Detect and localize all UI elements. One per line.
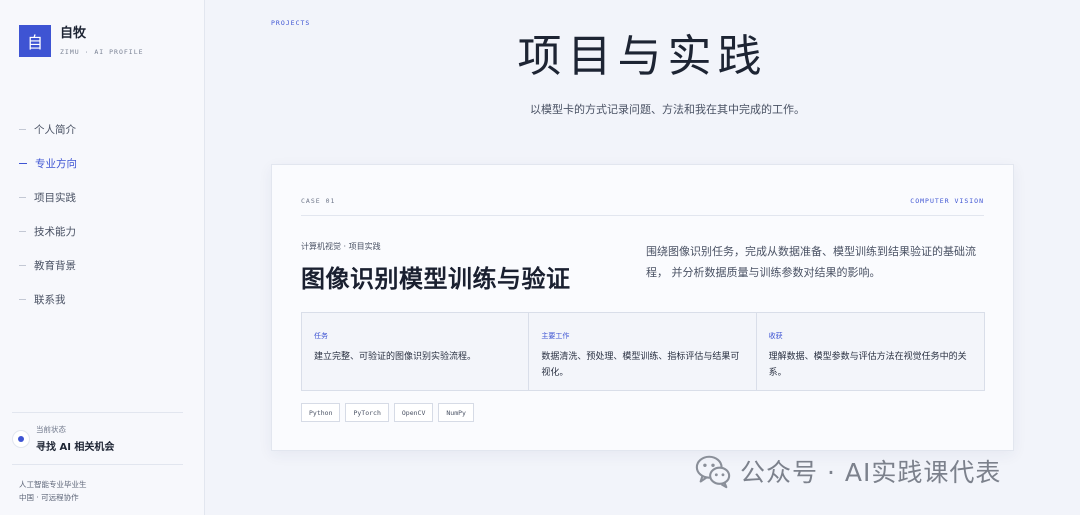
cell-gain: 收获 理解数据、模型参数与评估方法在视觉任务中的关系。 xyxy=(757,313,984,390)
nav-item-skills[interactable]: 技术能力 xyxy=(19,214,77,248)
case-category: COMPUTER VISION xyxy=(910,197,984,205)
status-dot-icon xyxy=(12,429,30,448)
status-label: 当前状态 xyxy=(36,425,66,434)
dash-icon xyxy=(19,298,26,300)
dash-icon xyxy=(19,264,26,266)
cell-text: 建立完整、可验证的图像识别实验流程。 xyxy=(314,352,477,362)
watermark: 公众号 · AI实践课代表 xyxy=(694,452,1001,490)
footer-line: 人工智能专业毕业生 xyxy=(19,480,87,489)
page-title: 项目与实践 xyxy=(517,31,768,82)
nav-item-label: 项目实践 xyxy=(34,191,76,204)
cell-title: 任务 xyxy=(314,332,328,340)
sidebar: 自 自牧 ZIMU · AI PROFILE 个人简介 专业方向 项目实践 技术… xyxy=(0,0,205,515)
cell-work: 主要工作 数据清洗、预处理、模型训练、指标评估与结果可视化。 xyxy=(529,313,757,390)
nav-item-education[interactable]: 教育背景 xyxy=(19,248,77,282)
brand-logo: 自 xyxy=(19,25,51,57)
tech-tags: Python PyTorch OpenCV NumPy xyxy=(301,403,479,422)
nav-item-projects[interactable]: 项目实践 xyxy=(19,180,77,214)
tag-python: Python xyxy=(301,403,341,422)
wechat-icon xyxy=(695,455,731,489)
tag-numpy: NumPy xyxy=(438,403,474,422)
breadcrumb: 计算机视觉 · 项目实践 xyxy=(301,242,381,251)
model-card-grid: 任务 建立完整、可验证的图像识别实验流程。 主要工作 数据清洗、预处理、模型训练… xyxy=(301,312,985,391)
status-value: 寻找 AI 相关机会 xyxy=(36,442,115,453)
watermark-text: 公众号 · AI实践课代表 xyxy=(740,458,1002,487)
status-box: 当前状态 寻找 AI 相关机会 xyxy=(12,412,183,465)
project-card: CASE 01 COMPUTER VISION 计算机视觉 · 项目实践 图像识… xyxy=(271,164,1014,451)
nav-item-direction[interactable]: 专业方向 xyxy=(19,146,77,180)
nav-item-contact[interactable]: 联系我 xyxy=(19,282,77,316)
nav-item-label: 专业方向 xyxy=(35,157,77,170)
footer-line: 中国 · 可远程协作 xyxy=(19,493,79,502)
card-header: CASE 01 COMPUTER VISION xyxy=(301,195,984,216)
tag-pytorch: PyTorch xyxy=(345,403,389,422)
nav-item-label: 技术能力 xyxy=(34,225,76,238)
dash-icon xyxy=(19,128,26,130)
page-subtitle: 以模型卡的方式记录问题、方法和我在其中完成的工作。 xyxy=(530,103,805,116)
nav-item-label: 联系我 xyxy=(34,293,66,306)
tag-opencv: OpenCV xyxy=(393,403,434,422)
sidebar-nav: 个人简介 专业方向 项目实践 技术能力 教育背景 联系我 xyxy=(19,112,77,316)
brand-subtitle: ZIMU · AI PROFILE xyxy=(60,48,144,56)
brand[interactable]: 自 自牧 ZIMU · AI PROFILE xyxy=(19,25,144,57)
brand-name: 自牧 xyxy=(60,26,87,41)
cell-text: 数据清洗、预处理、模型训练、指标评估与结果可视化。 xyxy=(541,352,740,378)
nav-item-label: 个人简介 xyxy=(34,123,76,136)
nav-item-label: 教育背景 xyxy=(34,259,76,272)
cell-text: 理解数据、模型参数与评估方法在视觉任务中的关系。 xyxy=(768,352,967,378)
dash-icon xyxy=(19,230,26,232)
sidebar-footer: 人工智能专业毕业生 中国 · 可远程协作 xyxy=(19,478,87,504)
nav-item-profile[interactable]: 个人简介 xyxy=(19,112,77,146)
card-title: 图像识别模型训练与验证 xyxy=(301,265,571,293)
dash-icon xyxy=(19,162,27,164)
cell-task: 任务 建立完整、可验证的图像识别实验流程。 xyxy=(302,313,530,390)
cell-title: 收获 xyxy=(768,332,783,340)
dash-icon xyxy=(19,196,26,198)
case-number: CASE 01 xyxy=(301,197,336,205)
cell-title: 主要工作 xyxy=(541,332,570,340)
card-description: 围绕图像识别任务，完成从数据准备、模型训练到结果验证的基础流程， 并分析数据质量… xyxy=(646,245,976,279)
